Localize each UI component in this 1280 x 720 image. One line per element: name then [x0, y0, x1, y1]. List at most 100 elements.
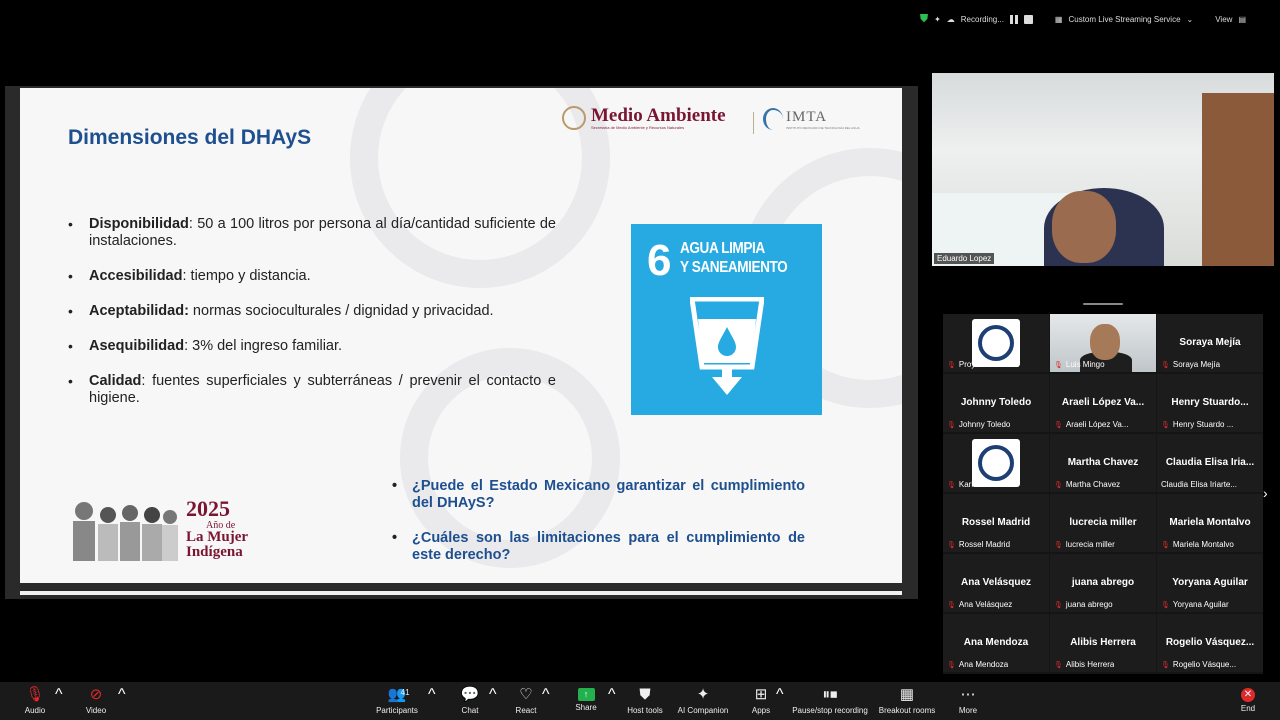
- participant-tile[interactable]: Johnny Toledo 🎙 Johnny Toledo: [943, 374, 1049, 432]
- shared-screen: Dimensiones del DHAyS Medio Ambiente Sec…: [5, 86, 918, 599]
- logo-divider: [753, 112, 754, 134]
- chevron-down-icon[interactable]: ⌄: [1187, 15, 1194, 24]
- participant-tile[interactable]: Claudia Elisa Iria... Claudia Elisa Iria…: [1157, 434, 1263, 492]
- pause-stop-icon: ⏸⏹: [822, 686, 838, 703]
- medio-ambiente-logo: Medio Ambiente Secretaría de Medio Ambie…: [562, 106, 726, 130]
- view-grid-icon[interactable]: ▤: [1238, 15, 1246, 24]
- mic-muted-icon: 🎙: [947, 421, 956, 429]
- shield-icon: ⛊: [639, 686, 651, 703]
- indigenous-women-illustration: [73, 502, 178, 561]
- stop-recording-icon[interactable]: [1023, 14, 1033, 24]
- mujer-indigena-logo: 2025 Año de La Mujer Indígena: [68, 488, 250, 562]
- mic-muted-icon: 🎙: [1054, 361, 1063, 369]
- questions-list: ¿Puede el Estado Mexicano garantizar el …: [390, 478, 805, 582]
- participant-tile[interactable]: Rossel Madrid 🎙 Rossel Madrid: [943, 494, 1049, 552]
- security-shield-icon[interactable]: ⛊: [920, 13, 928, 26]
- resize-handle[interactable]: [1083, 303, 1123, 305]
- stream-service-label[interactable]: Custom Live Streaming Service: [1068, 15, 1180, 24]
- video-options-caret-icon[interactable]: ^: [118, 686, 126, 704]
- participant-tile[interactable]: 🎙 Karla: [943, 434, 1049, 492]
- list-item: Calidad: fuentes superficiales y subterr…: [66, 373, 556, 407]
- mic-muted-icon: 🎙: [947, 361, 956, 369]
- mic-muted-icon: 🎙: [1054, 421, 1063, 429]
- organization-logo-icon: [972, 439, 1020, 487]
- mic-muted-icon: 🎙: [1054, 661, 1063, 669]
- logo-imta-name: IMTA: [786, 108, 828, 125]
- participants-icon: 👥 41: [387, 686, 410, 703]
- imta-logo: IMTA INSTITUTO MEXICANO DE TECNOLOGÍA DE…: [763, 108, 860, 130]
- sdg-number: 6: [647, 236, 672, 285]
- chevron-right-icon[interactable]: ›: [1263, 485, 1268, 501]
- participant-tile[interactable]: Henry Stuardo... 🎙 Henry Stuardo ...: [1157, 374, 1263, 432]
- presentation-slide: Dimensiones del DHAyS Medio Ambiente Sec…: [20, 88, 902, 583]
- water-glass-icon: [690, 297, 764, 395]
- participant-tile[interactable]: Yoryana Aguilar 🎙 Yoryana Aguilar: [1157, 554, 1263, 612]
- live-stream-icon: ▦: [1054, 14, 1063, 24]
- mic-muted-icon: 🎙: [947, 541, 956, 549]
- mic-muted-icon: 🎙: [1161, 421, 1170, 429]
- participant-tile[interactable]: Araeli López Va... 🎙 Araeli López Va...: [1050, 374, 1156, 432]
- mic-muted-icon: 🎙: [1161, 661, 1170, 669]
- speaker-name-tag: Eduardo Lopez: [934, 253, 995, 264]
- end-call-icon: ✕: [1241, 688, 1255, 702]
- video-off-icon: ⊘: [89, 686, 103, 703]
- mic-muted-icon: 🎙: [1161, 601, 1170, 609]
- heart-icon: ♡: [519, 686, 533, 703]
- mic-muted-icon: 🎙: [1161, 361, 1170, 369]
- government-seal-icon: [562, 106, 586, 130]
- participant-gallery: 🎙 Proyecto Meso... 🎙 Luis Mingo Soraya Mej…: [943, 314, 1263, 674]
- recording-label: Recording...: [960, 14, 1004, 24]
- mic-muted-icon: 🎙: [25, 686, 45, 703]
- participant-tile[interactable]: Martha Chavez 🎙 Martha Chavez: [1050, 434, 1156, 492]
- list-item: Disponibilidad: 50 a 100 litros por pers…: [66, 216, 556, 250]
- list-item: Aceptabilidad: normas socioculturales / …: [66, 303, 556, 320]
- mic-muted-icon: 🎙: [1054, 481, 1063, 489]
- apps-button[interactable]: ⊞ Apps: [721, 686, 801, 715]
- imta-waves-icon: [763, 108, 783, 130]
- mic-muted-icon: 🎙: [1054, 601, 1063, 609]
- apps-caret-icon[interactable]: ^: [776, 686, 784, 704]
- participants-button[interactable]: 👥 41 Participants: [357, 686, 437, 715]
- view-button[interactable]: View: [1215, 15, 1232, 24]
- meeting-status-bar: ⛊ ✦ ☁ Recording... ▦ Custom Live Streami…: [920, 10, 1246, 28]
- participant-tile[interactable]: Alibis Herrera 🎙 Alibis Herrera: [1050, 614, 1156, 672]
- participant-tile[interactable]: Ana Velásquez 🎙 Ana Velásquez: [943, 554, 1049, 612]
- logo-imta-subtitle: INSTITUTO MEXICANO DE TECNOLOGÍA DEL AGU…: [786, 125, 860, 130]
- participant-tile[interactable]: juana abrego 🎙 juana abrego: [1050, 554, 1156, 612]
- active-speaker-video[interactable]: Eduardo Lopez: [932, 73, 1274, 266]
- sparkle-icon[interactable]: ✦: [934, 15, 941, 24]
- sdg6-badge: 6 AGUA LIMPIA Y SANEAMIENTO: [631, 224, 822, 415]
- slide-title: Dimensiones del DHAyS: [68, 126, 312, 149]
- pause-recording-icon[interactable]: [1009, 14, 1018, 24]
- participant-tile[interactable]: Mariela Montalvo 🎙 Mariela Montalvo: [1157, 494, 1263, 552]
- meeting-toolbar: 🎙 Audio ^ ⊘ Video ^ 👥 41 Participants ^ 💬…: [0, 682, 1280, 720]
- year-label: 2025: [186, 496, 230, 521]
- participant-tile[interactable]: Ana Mendoza 🎙 Ana Mendoza: [943, 614, 1049, 672]
- more-button[interactable]: ⋯ More: [928, 686, 1008, 715]
- participant-tile[interactable]: 🎙 Luis Mingo: [1050, 314, 1156, 372]
- mic-muted-icon: 🎙: [947, 601, 956, 609]
- list-item: Asequibilidad: 3% del ingreso familiar.: [66, 338, 556, 355]
- more-dots-icon: ⋯: [960, 686, 976, 703]
- participants-count: 41: [400, 688, 410, 697]
- mic-muted-icon: 🎙: [1161, 541, 1170, 549]
- ai-sparkle-icon: ✦: [696, 686, 710, 703]
- cloud-icon: ☁: [946, 14, 955, 24]
- mic-muted-icon: 🎙: [1054, 541, 1063, 549]
- mic-muted-icon: 🎙: [947, 661, 956, 669]
- dimensions-list: Disponibilidad: 50 a 100 litros por pers…: [66, 216, 556, 425]
- chat-icon: 💬: [460, 686, 480, 703]
- participant-tile[interactable]: Soraya Mejía 🎙 Soraya Mejía: [1157, 314, 1263, 372]
- end-button[interactable]: ✕ End: [1208, 686, 1280, 713]
- participant-tile[interactable]: lucrecia miller 🎙 lucrecia miller: [1050, 494, 1156, 552]
- participant-tile[interactable]: Rogelio Vásquez... 🎙 Rogelio Vásque...: [1157, 614, 1263, 672]
- apps-icon: ⊞: [754, 686, 768, 703]
- speaker-face: [1052, 191, 1116, 263]
- participant-tile[interactable]: 🎙 Proyecto Meso...: [943, 314, 1049, 372]
- list-item: Accesibilidad: tiempo y distancia.: [66, 268, 556, 285]
- pause-stop-recording-button[interactable]: ⏸⏹ Pause/stop recording: [790, 686, 870, 715]
- list-item: ¿Puede el Estado Mexicano garantizar el …: [390, 478, 805, 512]
- list-item: ¿Cuáles son las limitaciones para el cum…: [390, 530, 805, 564]
- mic-muted-icon: 🎙: [947, 481, 956, 489]
- mujer-lines: La Mujer Indígena: [186, 529, 249, 560]
